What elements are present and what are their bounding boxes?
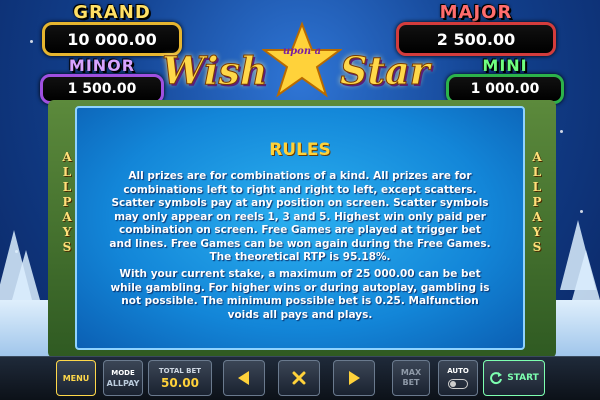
allpays-letter: A: [62, 210, 72, 224]
grand-jackpot-label: GRAND: [73, 2, 151, 23]
snowflake: [30, 40, 33, 43]
snow-tree: [12, 250, 40, 300]
arrow-right-icon: [349, 371, 360, 385]
logo-word-star: Star: [340, 48, 431, 94]
allpays-letter: S: [532, 240, 542, 254]
start-label: START: [507, 373, 539, 383]
rules-paragraph-1: All prizes are for combinations of a kin…: [109, 170, 491, 263]
total-bet-label: TOTAL BET: [158, 366, 202, 375]
total-bet-value: 50.00: [161, 375, 199, 390]
minor-jackpot: MINOR 1 500.00: [40, 56, 164, 104]
mode-value: ALLPAY: [106, 378, 140, 388]
max-bet-label: MAX BET: [400, 368, 422, 387]
close-rules-button[interactable]: [278, 360, 320, 396]
start-button[interactable]: START: [483, 360, 545, 396]
allpays-letter: L: [62, 165, 72, 179]
logo-word-wish: Wish: [161, 48, 268, 94]
menu-label: MENU: [62, 373, 90, 383]
start-refresh-icon: [490, 372, 503, 385]
allpays-letter: Y: [62, 225, 72, 239]
mode-label: MODE: [111, 368, 135, 377]
allpays-letter: A: [532, 210, 542, 224]
allpays-letter: A: [62, 150, 72, 164]
allpays-letter: L: [532, 180, 542, 194]
allpays-right-label: A L L P A Y S: [526, 150, 548, 320]
autoplay-button[interactable]: AUTO: [438, 360, 478, 396]
grand-jackpot-value: 10 000.00: [42, 22, 182, 56]
snow-tree: [572, 250, 600, 300]
total-bet-display[interactable]: TOTAL BET 50.00: [148, 360, 212, 396]
allpays-letter: P: [62, 195, 72, 209]
arrow-left-icon: [238, 371, 249, 385]
game-logo: Wish upon a Star: [161, 18, 442, 106]
mode-button[interactable]: MODE ALLPAY: [103, 360, 143, 396]
logo-word-upon-a: upon a: [282, 46, 322, 57]
snowflake: [560, 130, 563, 133]
allpays-letter: S: [62, 240, 72, 254]
snowflake: [580, 210, 583, 213]
mini-jackpot-label: MINI: [482, 56, 528, 75]
previous-page-button[interactable]: [223, 360, 265, 396]
allpays-letter: L: [62, 180, 72, 194]
allpays-letter: L: [532, 165, 542, 179]
allpays-letter: A: [532, 150, 542, 164]
next-page-button[interactable]: [333, 360, 375, 396]
mini-jackpot: MINI 1 000.00: [446, 56, 564, 104]
autoplay-toggle-icon: [448, 379, 468, 389]
allpays-letter: P: [532, 195, 542, 209]
grand-jackpot: GRAND 10 000.00: [42, 2, 182, 56]
menu-button[interactable]: MENU: [56, 360, 96, 396]
allpays-letter: Y: [532, 225, 542, 239]
rules-paragraph-2: With your current stake, a maximum of 25…: [110, 268, 490, 321]
close-icon: [292, 371, 306, 385]
rules-title: RULES: [269, 140, 331, 160]
minor-jackpot-label: MINOR: [68, 56, 136, 75]
auto-label: AUTO: [447, 367, 469, 375]
rules-panel: RULES All prizes are for combinations of…: [75, 106, 525, 350]
logo-star-icon: [262, 21, 342, 98]
max-bet-button[interactable]: MAX BET: [392, 360, 430, 396]
